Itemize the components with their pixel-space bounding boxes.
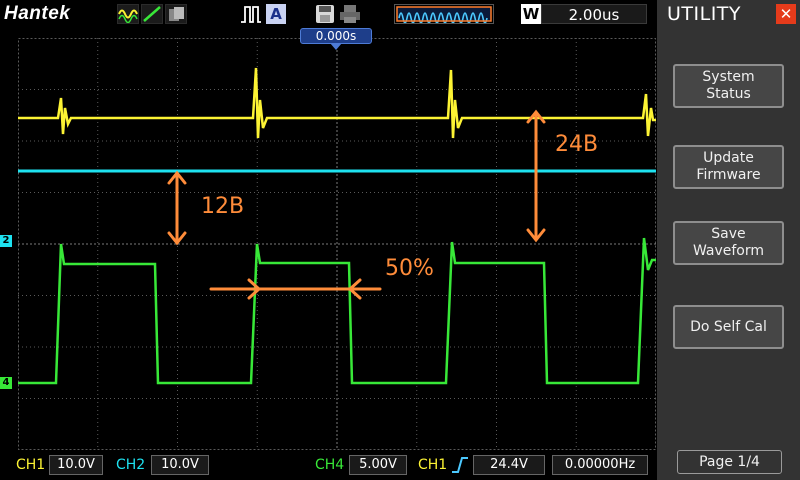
- close-icon[interactable]: ✕: [776, 4, 796, 24]
- frequency-readout: 0.00000Hz: [552, 455, 648, 475]
- waveform-icon[interactable]: [117, 4, 139, 24]
- ch2-marker[interactable]: 2: [0, 235, 12, 247]
- memory-waveform-icon: [394, 4, 494, 24]
- save-icon[interactable]: [315, 4, 335, 24]
- brand-logo: Hantek: [4, 3, 71, 24]
- trigger-level[interactable]: 24.4V: [473, 455, 545, 475]
- utility-menu-panel: UTILITY ✕ System Status Update Firmware …: [657, 0, 800, 480]
- run-stop-indicator[interactable]: W: [521, 4, 541, 24]
- top-status-bar: Hantek A W 2.00us: [0, 0, 656, 28]
- page-indicator-button[interactable]: Page 1/4: [677, 450, 782, 474]
- trigger-position-marker: [330, 43, 342, 50]
- panel-title: UTILITY: [667, 3, 742, 25]
- rising-edge-icon: [451, 455, 469, 475]
- do-self-cal-button[interactable]: Do Self Cal: [673, 305, 784, 349]
- overlay-icon[interactable]: [165, 4, 187, 24]
- ch2-amplitude-annotation: 12В: [201, 194, 245, 219]
- duty-cycle-annotation: 50%: [385, 256, 434, 281]
- print-icon[interactable]: [339, 4, 361, 24]
- auto-icon[interactable]: A: [266, 4, 286, 24]
- ch4-marker[interactable]: 4: [0, 377, 12, 389]
- update-firmware-button[interactable]: Update Firmware: [673, 145, 784, 189]
- ch4-scale[interactable]: 5.00V: [349, 455, 407, 475]
- trigger-position-readout: 0.000s: [300, 28, 372, 44]
- trigger-source-label: CH1: [418, 457, 448, 473]
- ch2-scale[interactable]: 10.0V: [151, 455, 209, 475]
- ch1-scale[interactable]: 10.0V: [49, 455, 103, 475]
- ch2-label: CH2: [116, 457, 146, 473]
- system-status-button[interactable]: System Status: [673, 64, 784, 108]
- ch1-label: CH1: [16, 457, 46, 473]
- ch1-amplitude-annotation: 24В: [555, 132, 599, 157]
- graticule-grid: [18, 38, 656, 450]
- save-waveform-button[interactable]: Save Waveform: [673, 221, 784, 265]
- ch4-label: CH4: [315, 457, 345, 473]
- waveform-display[interactable]: [18, 38, 656, 450]
- pulse-icon[interactable]: [240, 4, 262, 24]
- timebase-readout[interactable]: 2.00us: [541, 4, 647, 24]
- line-icon[interactable]: [141, 4, 163, 24]
